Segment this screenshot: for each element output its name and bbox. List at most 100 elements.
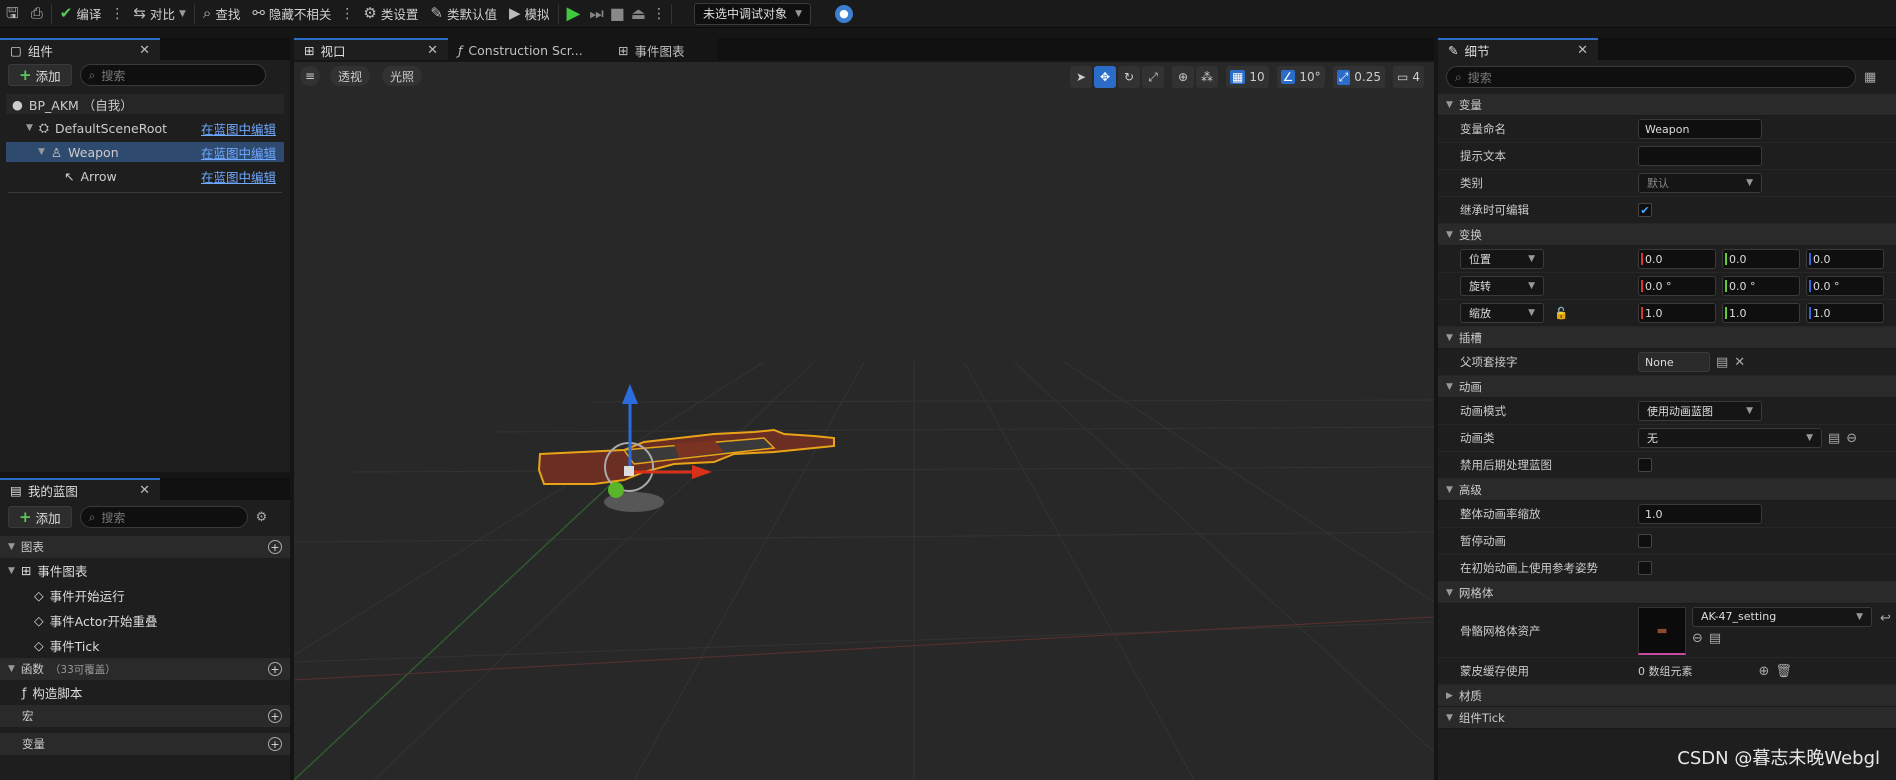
browse-asset-icon[interactable]: ▤ <box>1828 431 1840 446</box>
scale-x-field[interactable]: 1.0 <box>1638 303 1716 323</box>
close-icon[interactable]: ✕ <box>1577 43 1588 58</box>
location-x-field[interactable]: 0.0 <box>1638 249 1716 269</box>
scale-tool-button[interactable]: ⤢ <box>1142 66 1165 88</box>
blueprint-search-input[interactable]: ⌕ 搜索 <box>79 506 248 528</box>
event-item[interactable]: ◇ 事件Tick <box>0 633 290 658</box>
tab-construction-script[interactable]: ƒ Construction Scr... <box>448 38 608 60</box>
skeletal-mesh-dropdown[interactable]: AK-47_setting ▼ <box>1692 606 1872 627</box>
section-component-tick[interactable]: ▼ 组件Tick <box>1438 707 1896 729</box>
variables-section-header[interactable]: 变量 + <box>0 733 290 755</box>
add-variable-icon[interactable]: + <box>268 737 282 751</box>
use-selected-icon[interactable]: ⊖ <box>1846 431 1857 446</box>
section-materials[interactable]: ▶ 材质 <box>1438 685 1896 707</box>
tab-event-graph[interactable]: ⊞ 事件图表 <box>608 38 718 60</box>
animation-mode-dropdown[interactable]: 使用动画蓝图 ▼ <box>1638 401 1762 421</box>
macros-section-header[interactable]: 宏 + <box>0 705 290 727</box>
add-member-button[interactable]: + 添加 <box>8 506 72 528</box>
tooltip-field[interactable] <box>1638 146 1762 166</box>
surface-snap-button[interactable]: ⁂ <box>1196 66 1219 88</box>
rotation-mode-dropdown[interactable]: 旋转 ▼ <box>1460 276 1544 296</box>
disable-post-process-checkbox[interactable] <box>1638 458 1652 472</box>
coordinate-space-button[interactable]: ⊕ <box>1172 66 1195 88</box>
graphs-section-header[interactable]: ▼ 图表 + <box>0 536 290 558</box>
gear-icon[interactable]: ⚙ <box>256 510 268 525</box>
debug-world-button[interactable]: ● <box>829 0 859 28</box>
save-button[interactable]: 🖫 <box>0 0 25 28</box>
trash-icon[interactable]: 🗑 <box>1775 664 1792 679</box>
play-button[interactable]: ▶ <box>561 0 587 28</box>
section-advanced[interactable]: ▼ 高级 <box>1438 479 1896 501</box>
edit-in-blueprint-link[interactable]: 在蓝图中编辑 <box>201 167 276 186</box>
category-dropdown[interactable]: 默认 ▼ <box>1638 173 1762 193</box>
clear-icon[interactable]: ✕ <box>1734 355 1745 370</box>
anim-class-dropdown[interactable]: 无 ▼ <box>1638 428 1822 448</box>
perspective-button[interactable]: 透视 <box>330 66 371 86</box>
add-component-button[interactable]: + 添加 <box>8 64 72 86</box>
scale-snap-button[interactable]: ⤢ 0.25 <box>1332 66 1386 88</box>
close-icon[interactable]: ✕ <box>139 43 150 58</box>
lock-icon[interactable]: 🔓 <box>1554 306 1568 320</box>
tab-components[interactable]: ▢ 组件 ✕ <box>0 38 160 60</box>
location-mode-dropdown[interactable]: 位置 ▼ <box>1460 249 1544 269</box>
global-anim-rate-field[interactable]: 1.0 <box>1638 504 1762 524</box>
section-variable[interactable]: ▼ 变量 <box>1438 94 1896 116</box>
section-transform[interactable]: ▼ 变换 <box>1438 224 1896 246</box>
section-socket[interactable]: ▼ 插槽 <box>1438 327 1896 349</box>
diff-button[interactable]: ⇆ 对比 ▼ <box>127 0 192 28</box>
tree-root[interactable]: ● BP_AKM （自我） <box>6 94 284 114</box>
class-defaults-button[interactable]: ✎ 类默认值 <box>424 0 503 28</box>
browse-socket-icon[interactable]: ▤ <box>1716 355 1728 370</box>
debug-object-select[interactable]: 未选中调试对象 ▼ <box>694 2 811 25</box>
translate-tool-button[interactable]: ✥ <box>1094 66 1117 88</box>
add-element-icon[interactable]: ⊕ <box>1759 664 1770 679</box>
lit-button[interactable]: 光照 <box>382 66 423 86</box>
viewport[interactable]: ≡ 透视 光照 ➤ ✥ ↻ ⤢ ⊕ ⁂ ▦ 10 ∠ 10° ⤢ 0.25 ▭ 4 <box>294 62 1434 780</box>
edit-in-blueprint-link[interactable]: 在蓝图中编辑 <box>201 119 276 138</box>
class-settings-button[interactable]: ⚙ 类设置 <box>357 0 424 28</box>
scale-z-field[interactable]: 1.0 <box>1806 303 1884 323</box>
browse-button[interactable]: ⎙ <box>25 0 49 28</box>
instance-editable-checkbox[interactable]: ✔ <box>1638 203 1652 217</box>
functions-section-header[interactable]: ▼ 函数 （33可覆盖） + <box>0 658 290 680</box>
components-search-input[interactable]: ⌕ 搜索 <box>79 64 266 86</box>
section-mesh[interactable]: ▼ 网格体 <box>1438 582 1896 604</box>
rotation-z-field[interactable]: 0.0 ° <box>1806 276 1884 296</box>
table-view-icon[interactable]: ▦ <box>1864 70 1876 85</box>
event-graph-item[interactable]: ▼ ⊞ 事件图表 <box>0 558 290 583</box>
rotation-snap-button[interactable]: ∠ 10° <box>1276 66 1325 88</box>
add-graph-icon[interactable]: + <box>268 540 282 554</box>
rotation-y-field[interactable]: 0.0 ° <box>1722 276 1800 296</box>
add-function-icon[interactable]: + <box>268 662 282 676</box>
find-button[interactable]: ⌕ 查找 <box>197 0 246 28</box>
viewport-menu-button[interactable]: ≡ <box>300 66 320 86</box>
tab-viewport[interactable]: ⊞ 视口 ✕ <box>294 38 448 60</box>
location-z-field[interactable]: 0.0 <box>1806 249 1884 269</box>
hide-unrelated-button[interactable]: ⚯ 隐藏不相关 <box>246 0 337 28</box>
weapon-mesh[interactable] <box>537 428 835 485</box>
event-item[interactable]: ◇ 事件Actor开始重叠 <box>0 608 290 633</box>
tree-item-weapon[interactable]: ▼ ♙ Weapon 在蓝图中编辑 <box>6 142 284 162</box>
ref-pose-checkbox[interactable] <box>1638 561 1652 575</box>
event-item[interactable]: ◇ 事件开始运行 <box>0 583 290 608</box>
location-y-field[interactable]: 0.0 <box>1722 249 1800 269</box>
rotate-tool-button[interactable]: ↻ <box>1118 66 1141 88</box>
close-icon[interactable]: ✕ <box>139 483 150 498</box>
pause-anims-checkbox[interactable] <box>1638 534 1652 548</box>
use-selected-icon[interactable]: ⊖ <box>1692 631 1703 646</box>
section-animation[interactable]: ▼ 动画 <box>1438 376 1896 398</box>
select-tool-button[interactable]: ➤ <box>1070 66 1093 88</box>
tree-item-arrow[interactable]: ↖ Arrow 在蓝图中编辑 <box>6 166 284 186</box>
edit-in-blueprint-link[interactable]: 在蓝图中编辑 <box>201 143 276 162</box>
variable-name-field[interactable]: Weapon <box>1638 119 1762 139</box>
play-options-button[interactable]: ⋮ <box>649 6 669 22</box>
camera-speed-button[interactable]: ▭ 4 <box>1393 66 1424 88</box>
step-button[interactable]: ⏭ <box>586 0 606 28</box>
hide-options-button[interactable]: ⋮ <box>337 6 357 22</box>
browse-asset-icon[interactable]: ▤ <box>1709 631 1721 646</box>
scale-mode-dropdown[interactable]: 缩放 ▼ <box>1460 303 1544 323</box>
tab-my-blueprint[interactable]: ▤ 我的蓝图 ✕ <box>0 478 160 500</box>
add-macro-icon[interactable]: + <box>268 709 282 723</box>
grid-snap-button[interactable]: ▦ 10 <box>1226 66 1269 88</box>
simulate-button[interactable]: ▶ 模拟 <box>503 0 556 28</box>
compile-button[interactable]: ✔ 编译 <box>54 0 108 28</box>
